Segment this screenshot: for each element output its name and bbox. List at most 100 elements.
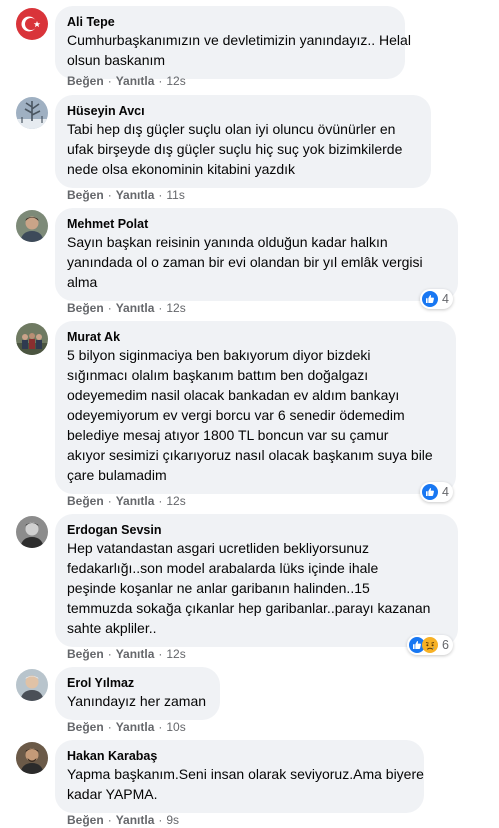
like-button[interactable]: Beğen [67, 720, 104, 734]
comment-actions: Beğen · Yanıtla · 12s [67, 493, 186, 509]
separator-dot: · [107, 188, 112, 202]
separator-dot: · [158, 301, 163, 315]
comment-bubble: Erol Yılmaz Yanındayız her zaman [55, 667, 220, 720]
reaction-count: 6 [442, 638, 449, 652]
comment-text-line: Yapma başkanım.Seni insan olarak seviyor… [67, 766, 424, 782]
comment-bubble: Ali Tepe Cumhurbaşkanımızın ve devletimi… [55, 6, 411, 79]
man-portrait-avatar[interactable] [16, 210, 48, 242]
man-portrait-avatar[interactable] [16, 742, 48, 774]
comment-list: Ali Tepe Cumhurbaşkanımızın ve devletimi… [0, 0, 499, 828]
sad-reaction-icon [422, 637, 438, 653]
separator-dot: · [107, 301, 112, 315]
separator-dot: · [158, 494, 163, 508]
separator-dot: · [107, 813, 112, 827]
separator-dot: · [158, 188, 163, 202]
turkish-flag-icon [16, 8, 48, 40]
reply-button[interactable]: Yanıtla [116, 813, 155, 827]
comment-actions: Beğen · Yanıtla · 10s [67, 719, 186, 735]
comment-text-line: odeyemiyorum ev vergi borcu var 6 senedi… [67, 407, 405, 423]
like-button[interactable]: Beğen [67, 813, 104, 827]
comment-actions: Beğen · Yanıtla · 11s [67, 187, 185, 203]
reply-button[interactable]: Yanıtla [116, 720, 155, 734]
comment-text-line: temmuzda sokağa çıkanlar hep garibanlar.… [67, 600, 431, 616]
comment-timestamp[interactable]: 9s [166, 813, 179, 827]
comment-bubble: Hüseyin Avcı Tabi hep dış güçler suçlu o… [55, 95, 431, 188]
comment-text-line: alma [67, 274, 98, 290]
reply-button[interactable]: Yanıtla [116, 647, 155, 661]
reaction-count: 4 [442, 292, 449, 306]
reply-button[interactable]: Yanıtla [116, 494, 155, 508]
man-portrait-icon [16, 516, 48, 548]
like-button[interactable]: Beğen [67, 301, 104, 315]
comment-bubble: Hakan Karabaş Yapma başkanım.Seni insan … [55, 740, 424, 813]
comment-bubble: Murat Ak 5 bilyon siginmaciya ben bakıyo… [55, 321, 456, 494]
comment-author[interactable]: Hakan Karabaş [67, 748, 412, 764]
comment-text-line: 5 bilyon siginmaciya ben bakıyorum diyor… [67, 347, 371, 363]
comment-timestamp[interactable]: 10s [166, 720, 185, 734]
comment-text-line: kadar YAPMA. [67, 786, 158, 802]
man-portrait-icon [16, 742, 48, 774]
comment-author[interactable]: Ali Tepe [67, 14, 393, 30]
comment-text-line: çare bulamadim [67, 467, 167, 483]
man-portrait-avatar[interactable] [16, 669, 48, 701]
separator-dot: · [107, 494, 112, 508]
comment-text-line: belediye mesaj atıyor 1800 TL boncun var… [67, 427, 389, 443]
reaction-count: 4 [442, 485, 449, 499]
man-portrait-icon [16, 669, 48, 701]
man-portrait-icon [16, 210, 48, 242]
separator-dot: · [158, 74, 163, 88]
separator-dot: · [107, 74, 112, 88]
separator-dot: · [158, 813, 163, 827]
comment-timestamp[interactable]: 12s [166, 301, 185, 315]
reply-button[interactable]: Yanıtla [116, 74, 155, 88]
comment-timestamp[interactable]: 12s [166, 494, 185, 508]
comment-actions: Beğen · Yanıtla · 12s [67, 646, 186, 662]
group-photo-icon [16, 323, 48, 355]
comment-text-line: sahte akpliler.. [67, 620, 157, 636]
separator-dot: · [107, 720, 112, 734]
comment-text-line: akıyor sesimizi çıkarıyoruz nasıl olacak… [67, 447, 433, 463]
comment-text-line: olsun baskanım [67, 52, 166, 68]
comment-text-line: Tabi hep dış güçler suçlu olan iyi olunc… [67, 121, 396, 137]
comment-text-line: Sayın başkan reisinin yanında olduğun ka… [67, 234, 388, 250]
separator-dot: · [158, 647, 163, 661]
comment-timestamp[interactable]: 11s [166, 188, 184, 202]
like-reaction-icon [422, 291, 438, 307]
comment-text-line: ufak birşeyde dış güçler suçlu hiç suç y… [67, 141, 403, 157]
comment-text-line: peşinde koşanlar ne anlar garibanın hali… [67, 580, 370, 596]
comment-text-line: odeyemedim nasil olacak bankadan ev aldı… [67, 387, 400, 403]
group-photo-avatar[interactable] [16, 323, 48, 355]
comment-author[interactable]: Hüseyin Avcı [67, 103, 419, 119]
like-button[interactable]: Beğen [67, 494, 104, 508]
comment-timestamp[interactable]: 12s [166, 647, 185, 661]
comment-text-line: Cumhurbaşkanımızın ve devletimizin yanın… [67, 32, 411, 48]
comment-author[interactable]: Erdogan Sevsin [67, 522, 446, 538]
like-button[interactable]: Beğen [67, 647, 104, 661]
comment-timestamp[interactable]: 12s [166, 74, 185, 88]
comment-actions: Beğen · Yanıtla · 9s [67, 812, 179, 828]
comment-author[interactable]: Mehmet Polat [67, 216, 446, 232]
reaction-summary[interactable]: 6 [407, 635, 453, 655]
reaction-summary[interactable]: 4 [420, 289, 453, 309]
comment-text-line: yanındada ol o zaman bir evi olandan bir… [67, 254, 423, 270]
comment-text-line: Hep vatandastan asgari ucretliden bekliy… [67, 540, 369, 556]
reply-button[interactable]: Yanıtla [116, 301, 155, 315]
comment-bubble: Erdogan Sevsin Hep vatandastan asgari uc… [55, 514, 458, 647]
comment-text-line: fedakarlığı..son model arabalarda lüks i… [67, 560, 379, 576]
comment-text-line: Yanındayız her zaman [67, 693, 207, 709]
reply-button[interactable]: Yanıtla [116, 188, 155, 202]
snowy-tree-avatar[interactable] [16, 97, 48, 129]
separator-dot: · [158, 720, 163, 734]
reaction-summary[interactable]: 4 [420, 482, 453, 502]
man-portrait-avatar[interactable] [16, 516, 48, 548]
turkish-flag-avatar[interactable] [16, 8, 48, 40]
comment-author[interactable]: Erol Yılmaz [67, 675, 208, 691]
comment-text-line: nede olsa ekonominin kitabini yazdık [67, 161, 296, 177]
comment-actions: Beğen · Yanıtla · 12s [67, 300, 186, 316]
like-button[interactable]: Beğen [67, 188, 104, 202]
snowy-tree-icon [16, 97, 48, 129]
like-button[interactable]: Beğen [67, 74, 104, 88]
comment-author[interactable]: Murat Ak [67, 329, 444, 345]
comment-text-line: sığınmacı olalım başkanım battım ben doğ… [67, 367, 369, 383]
comment-bubble: Mehmet Polat Sayın başkan reisinin yanın… [55, 208, 458, 301]
